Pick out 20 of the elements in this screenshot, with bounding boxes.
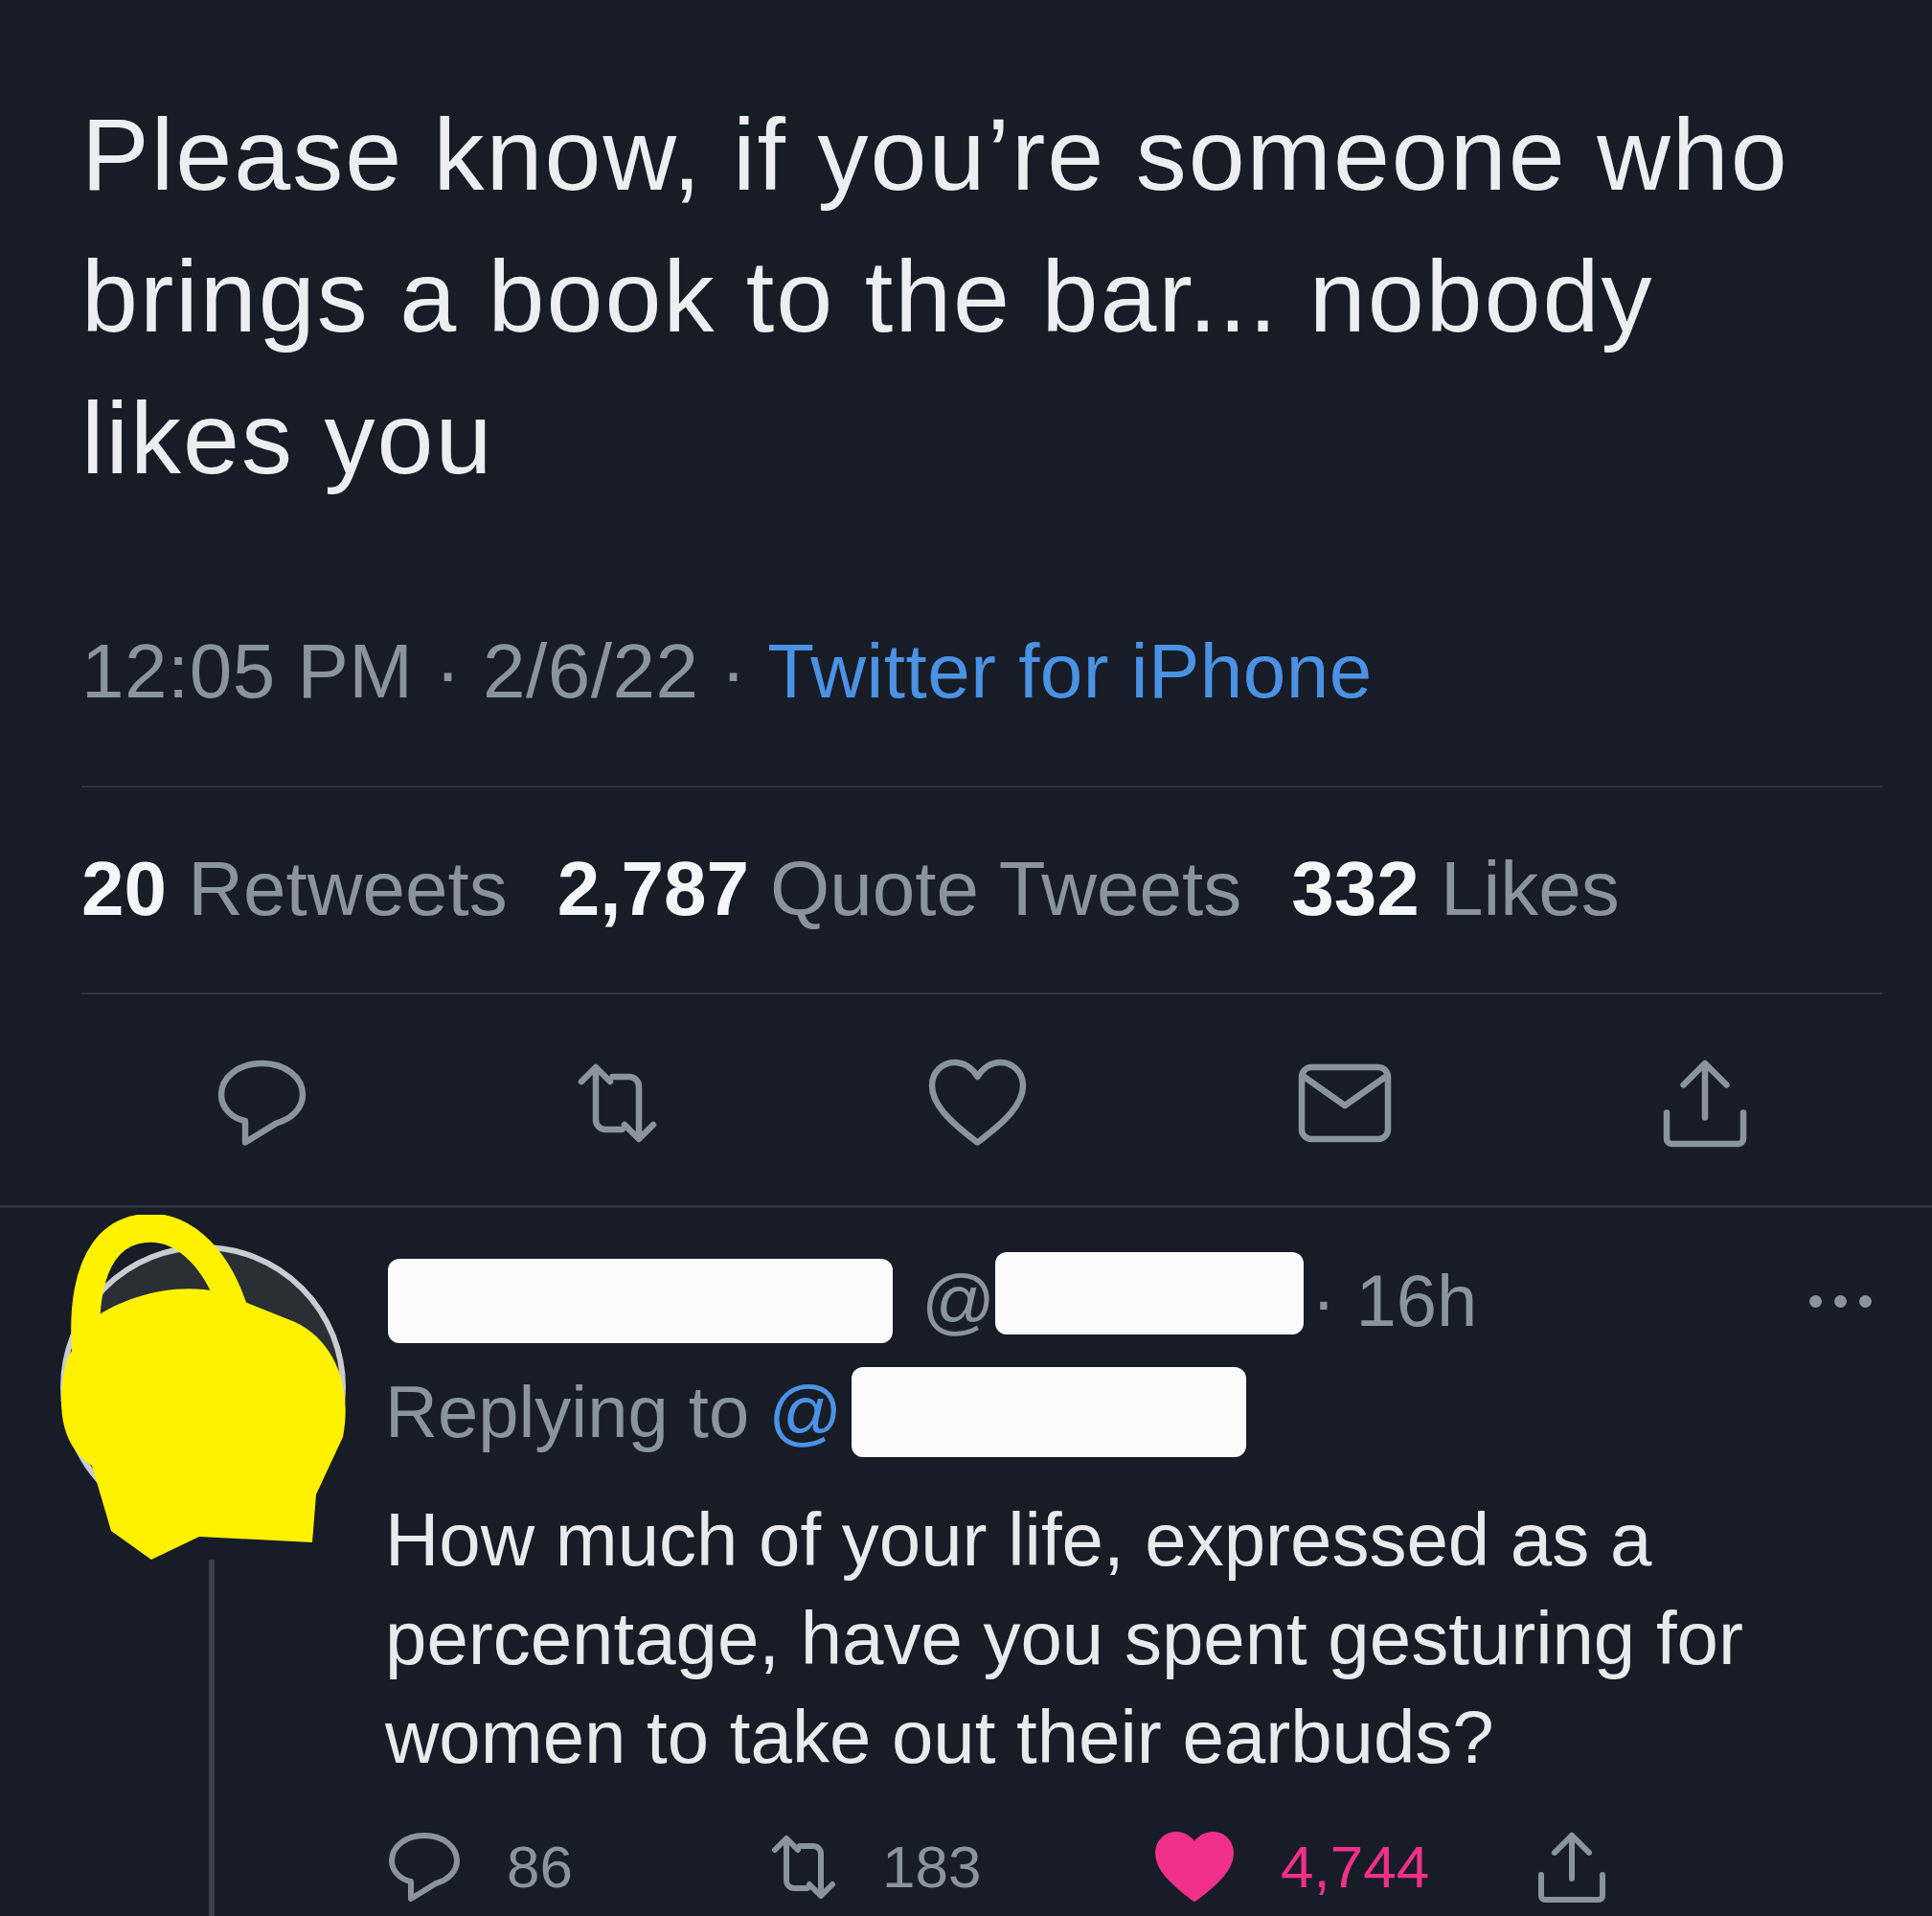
retweet-button[interactable]: 183	[771, 1829, 982, 1905]
share-icon[interactable]	[1537, 1831, 1606, 1904]
stat-link[interactable]: 20 Retweets	[81, 841, 508, 937]
stat-link[interactable]: 332 Likes	[1291, 841, 1620, 937]
timestamp: 12:05 PM · 2/6/22 ·	[81, 627, 747, 716]
like-button[interactable]: 4,744	[1154, 1829, 1430, 1905]
tweet-text: Please know, if you’re someone who brings a book to the bar... nobody likes you	[81, 97, 1790, 496]
replying-to-label: Replying to	[385, 1370, 750, 1454]
heart-icon[interactable]	[926, 1058, 1028, 1148]
envelope-icon[interactable]	[1296, 1061, 1393, 1144]
timestamp: · 16h	[1311, 1259, 1478, 1343]
mention-link[interactable]: @	[768, 1366, 843, 1458]
more-icon[interactable]	[1808, 1294, 1873, 1308]
reply-text: How much of your life, expressed as a percentage, have you spent gesturing for women to take out their earbuds?	[385, 1496, 1744, 1781]
stat-link[interactable]: 2,787 Quote Tweets	[557, 841, 1242, 937]
handle-text: @	[921, 1259, 996, 1343]
reply-button[interactable]: 86	[388, 1829, 573, 1905]
comment-icon[interactable]	[216, 1058, 307, 1148]
source-link[interactable]: Twitter for iPhone	[767, 624, 1373, 719]
retweet-icon[interactable]	[576, 1061, 658, 1144]
